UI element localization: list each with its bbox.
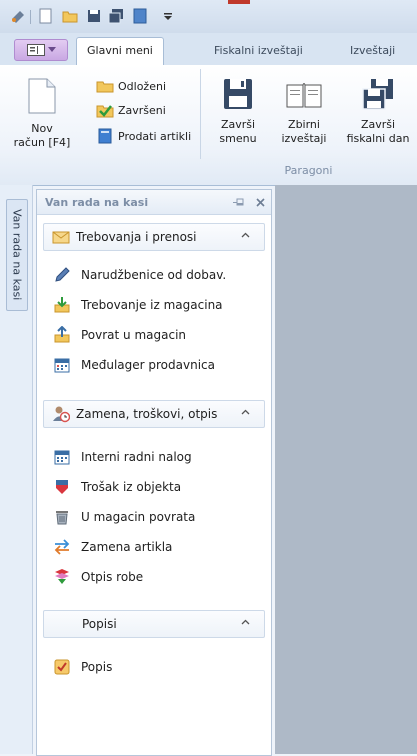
open-folder-icon[interactable] <box>62 8 78 24</box>
item-label: U magacin povrata <box>81 510 196 524</box>
finish-fiscal-day-button[interactable]: Završi fiskalni dan <box>342 77 414 146</box>
calendar-icon <box>53 448 71 466</box>
trash-bin-icon <box>53 508 71 526</box>
finish-shift-label-line2: smenu <box>219 132 257 145</box>
list-item-otpis-robe[interactable]: Otpis robe <box>53 566 143 588</box>
section-zamena-header[interactable]: Zamena, troškovi, otpis <box>43 400 265 428</box>
list-item-u-magacin-povrata[interactable]: U magacin povrata <box>53 506 195 528</box>
list-item-zamena-artikla[interactable]: Zamena artikla <box>53 536 172 558</box>
item-label: Trošak iz objekta <box>81 480 182 494</box>
checkbox-checked-icon <box>53 658 71 676</box>
pencil-icon <box>53 266 71 284</box>
item-label: Interni radni nalog <box>81 450 192 464</box>
list-item-trosak[interactable]: Trošak iz objekta <box>53 476 181 498</box>
folder-icon <box>96 81 114 93</box>
save-icon <box>210 77 266 115</box>
ribbon-tabs: Glavni meni Fiskalni izveštaji Izveštaji <box>0 33 417 66</box>
book-icon <box>98 128 112 144</box>
ribbon-app-menu-icon <box>26 44 45 56</box>
ribbon-app-menu-button[interactable] <box>14 39 68 61</box>
finish-fiscal-day-label-line1: Završi <box>360 118 396 131</box>
ribbon-group-separator <box>200 69 201 159</box>
qat-dropdown-icon[interactable] <box>160 8 176 24</box>
new-receipt-button[interactable]: Nov račun [F4] <box>6 77 78 150</box>
panel-header: Van rada na kasi <box>37 190 271 215</box>
list-item-medjulager[interactable]: Međulager prodavnica <box>53 354 215 376</box>
folder-check-icon <box>96 105 114 118</box>
new-receipt-label-line2: račun [F4] <box>13 136 71 149</box>
close-icon[interactable] <box>256 197 265 207</box>
swap-arrows-icon <box>53 538 71 556</box>
finished-label: Završeni <box>118 103 166 117</box>
section-title: Zamena, troškovi, otpis <box>76 407 218 421</box>
arrow-down-shield-icon <box>53 478 71 496</box>
section-title: Popisi <box>82 617 117 631</box>
chevron-up-icon <box>241 409 250 415</box>
pin-icon[interactable] <box>233 198 244 207</box>
item-label: Popis <box>81 660 113 674</box>
section-popisi-header[interactable]: Popisi <box>43 610 265 638</box>
save-all-icon[interactable] <box>108 8 124 24</box>
item-label: Međulager prodavnica <box>81 358 215 372</box>
postponed-label: Odloženi <box>118 79 166 93</box>
item-label: Trebovanje iz magacina <box>81 298 223 312</box>
inbox-arrow-icon <box>53 296 71 314</box>
new-receipt-label-line1: Nov <box>31 122 53 135</box>
chevron-up-icon <box>241 619 250 625</box>
list-item-trebovanje[interactable]: Trebovanje iz magacina <box>53 294 223 316</box>
new-document-icon[interactable] <box>38 8 54 24</box>
ribbon-body: Nov račun [F4] Odloženi Završeni Prodati… <box>0 65 417 186</box>
list-item-popis[interactable]: Popis <box>53 656 112 678</box>
item-label: Narudžbenice od dobav. <box>81 268 227 282</box>
panel-title: Van rada na kasi <box>45 195 149 209</box>
side-tab-van-rada[interactable]: Van rada na kasi <box>6 199 28 311</box>
tab-izvestaji[interactable]: Izveštaji <box>340 38 405 64</box>
item-label: Zamena artikla <box>81 540 173 554</box>
save-all-icon <box>342 77 414 115</box>
chevron-down-icon <box>47 47 56 52</box>
list-item-narudzbenice[interactable]: Narudžbenice od dobav. <box>53 264 226 286</box>
user-clock-icon <box>53 406 70 423</box>
navigation-panel: Van rada na kasi Trebovanja i prenosi Na… <box>36 189 272 756</box>
layers-down-icon <box>53 568 71 586</box>
calendar-icon <box>53 356 71 374</box>
tab-glavni-meni[interactable]: Glavni meni <box>76 37 164 66</box>
title-accent-bar <box>228 0 250 4</box>
workspace-area <box>275 185 417 754</box>
save-icon[interactable] <box>86 8 102 24</box>
finish-shift-label-line1: Završi <box>220 118 256 131</box>
section-title: Trebovanja i prenosi <box>76 230 197 244</box>
summary-reports-button[interactable]: Zbirni izveštaji <box>272 77 336 146</box>
list-item-povrat[interactable]: Povrat u magacin <box>53 324 186 346</box>
item-label: Otpis robe <box>81 570 144 584</box>
app-logo-icon[interactable] <box>10 8 26 24</box>
finished-button[interactable]: Završeni <box>96 101 166 119</box>
ribbon-group-label: Paragoni <box>284 164 333 177</box>
envelope-icon <box>52 231 70 244</box>
open-book-icon <box>272 77 336 115</box>
quick-access-toolbar <box>0 0 417 34</box>
chevron-up-icon <box>241 232 250 238</box>
summary-reports-label-line1: Zbirni <box>288 118 320 131</box>
list-item-interni-radni-nalog[interactable]: Interni radni nalog <box>53 446 192 468</box>
tab-fiskalni-izvestaji[interactable]: Fiskalni izveštaji <box>204 38 313 64</box>
finish-shift-button[interactable]: Završi smenu <box>210 77 266 146</box>
outbox-arrow-icon <box>53 326 71 344</box>
postponed-button[interactable]: Odloženi <box>96 77 166 95</box>
finish-fiscal-day-label-line2: fiskalni dan <box>346 132 410 145</box>
side-tab-label: Van rada na kasi <box>10 209 24 301</box>
side-tab-strip: Van rada na kasi <box>0 185 33 754</box>
summary-reports-label-line2: izveštaji <box>281 132 327 145</box>
new-document-icon <box>6 77 78 119</box>
sold-items-button[interactable]: Prodati artikli <box>96 127 191 145</box>
sold-items-label: Prodati artikli <box>118 129 192 143</box>
section-trebovanja-header[interactable]: Trebovanja i prenosi <box>43 223 265 251</box>
panel-icon[interactable] <box>132 8 148 24</box>
item-label: Povrat u magacin <box>81 328 187 342</box>
